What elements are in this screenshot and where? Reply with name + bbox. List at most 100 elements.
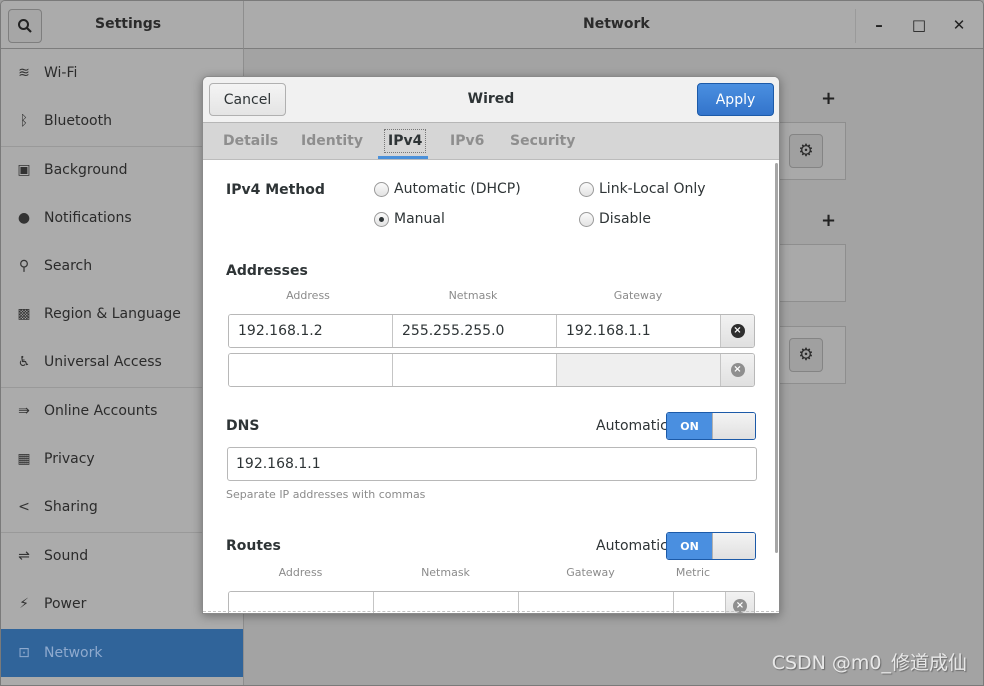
switch-on-label: ON (667, 413, 712, 439)
dialog-scrollbar[interactable] (775, 163, 778, 553)
sidebar-item-label: Universal Access (44, 354, 162, 370)
addresses-label: Addresses (226, 263, 308, 279)
active-tab-indicator (378, 156, 428, 159)
online-accounts-icon: ⇛ (18, 403, 30, 419)
dns-automatic-switch[interactable]: ON (666, 412, 756, 440)
watermark: CSDN @m0_修道成仙 (771, 652, 967, 674)
radio-label: Manual (394, 211, 445, 227)
sidebar-headerbar: Settings (1, 1, 244, 49)
address-input[interactable] (229, 354, 393, 386)
maximize-icon: □ (911, 16, 927, 34)
tab-security[interactable]: Security (510, 133, 575, 149)
radio-automatic-dhcp[interactable]: Automatic (DHCP) (374, 181, 521, 197)
radio-manual[interactable]: Manual (374, 211, 445, 227)
headerbar-separator (855, 9, 856, 43)
netmask-input[interactable] (393, 354, 557, 386)
background-icon: ▣ (17, 162, 31, 178)
radio-label: Link-Local Only (599, 181, 706, 197)
route-netmask-header: Netmask (421, 566, 470, 579)
radio-link-local-only[interactable]: Link-Local Only (579, 181, 706, 197)
minimize-button[interactable]: – (867, 12, 891, 38)
sidebar-item-label: Network (44, 645, 103, 661)
route-metric-header: Metric (675, 566, 711, 579)
radio-indicator-selected (374, 211, 389, 227)
tab-ipv4[interactable]: IPv4 (383, 129, 427, 153)
radio-label: Disable (599, 211, 651, 227)
scroll-edge (203, 611, 779, 612)
add-vpn-button[interactable]: + (821, 210, 836, 231)
apply-button[interactable]: Apply (697, 83, 774, 116)
notifications-icon: ● (17, 210, 31, 226)
sidebar-title: Settings (95, 16, 162, 32)
proxy-settings-button[interactable]: ⚙ (789, 338, 823, 372)
address-row: 192.168.1.2 255.255.255.0 192.168.1.1 × (228, 314, 755, 348)
bluetooth-icon: ᛒ (19, 113, 29, 129)
gear-icon: ⚙ (798, 345, 814, 365)
region-language-icon: ▩ (17, 306, 31, 322)
radio-indicator (579, 211, 594, 227)
gear-icon: ⚙ (798, 141, 814, 161)
ipv4-method-label: IPv4 Method (226, 182, 325, 198)
maximize-button[interactable]: □ (907, 12, 931, 38)
dialog-title: Wired (467, 91, 515, 107)
delete-icon: × (730, 363, 745, 377)
switch-knob (712, 533, 755, 559)
radio-indicator (579, 181, 594, 197)
routes-automatic-switch[interactable]: ON (666, 532, 756, 560)
add-connection-button[interactable]: + (821, 88, 836, 109)
sidebar-item-label: Search (44, 258, 93, 274)
wifi-icon: ≋ (18, 65, 30, 81)
netmask-column-header: Netmask (448, 289, 498, 302)
sidebar-item-label: Sound (44, 548, 89, 564)
radio-label: Automatic (DHCP) (394, 181, 521, 197)
tab-details[interactable]: Details (223, 133, 278, 149)
sharing-icon: < (18, 499, 30, 515)
address-input[interactable]: 192.168.1.2 (229, 315, 393, 347)
sidebar-item-label: Wi-Fi (44, 65, 78, 81)
delete-icon: × (730, 324, 745, 338)
privacy-icon: ▦ (17, 451, 31, 467)
sound-icon: ⇌ (18, 548, 30, 564)
dns-input[interactable]: 192.168.1.1 (227, 447, 757, 481)
wired-settings-button[interactable]: ⚙ (789, 134, 823, 168)
sidebar-item-label: Online Accounts (44, 403, 158, 419)
dialog-tabs: Details Identity IPv4 IPv6 Security (203, 123, 779, 160)
minimize-icon: – (875, 16, 883, 34)
radio-indicator (374, 181, 389, 197)
netmask-input[interactable]: 255.255.255.0 (393, 315, 557, 347)
radio-disable[interactable]: Disable (579, 211, 651, 227)
dns-label: DNS (226, 418, 260, 434)
tab-identity[interactable]: Identity (301, 133, 363, 149)
route-address-header: Address (278, 566, 323, 579)
search-icon: ⚲ (18, 258, 30, 274)
gateway-column-header: Gateway (613, 289, 663, 302)
sidebar-item-label: Sharing (44, 499, 98, 515)
search-button[interactable] (8, 9, 42, 43)
address-column-header: Address (286, 289, 330, 302)
close-button[interactable]: ✕ (947, 12, 971, 38)
gateway-input[interactable]: 192.168.1.1 (557, 315, 721, 347)
sidebar-item-network[interactable]: ⊡ Network (1, 629, 243, 677)
search-icon (18, 19, 32, 33)
address-row-empty: × (228, 353, 755, 387)
power-icon: ⚡ (19, 596, 29, 612)
delete-address-button[interactable]: × (721, 354, 754, 386)
tab-ipv6[interactable]: IPv6 (450, 133, 484, 149)
dialog-headerbar: Cancel Wired Apply (203, 77, 779, 123)
switch-on-label: ON (667, 533, 712, 559)
wired-dialog: Cancel Wired Apply Details Identity IPv4… (202, 76, 780, 614)
sidebar-item-label: Background (44, 162, 128, 178)
switch-knob (712, 413, 755, 439)
sidebar-item-label: Notifications (44, 210, 132, 226)
universal-access-icon: ♿ (17, 354, 31, 370)
sidebar-item-label: Power (44, 596, 87, 612)
routes-automatic-label: Automatic (596, 538, 668, 554)
routes-label: Routes (226, 538, 281, 554)
panel-title: Network (583, 16, 650, 32)
delete-address-button[interactable]: × (721, 315, 754, 347)
close-icon: ✕ (952, 16, 966, 34)
network-icon: ⊡ (18, 645, 30, 661)
gateway-input[interactable] (557, 354, 721, 386)
dns-automatic-label: Automatic (596, 418, 668, 434)
route-gateway-header: Gateway (566, 566, 615, 579)
